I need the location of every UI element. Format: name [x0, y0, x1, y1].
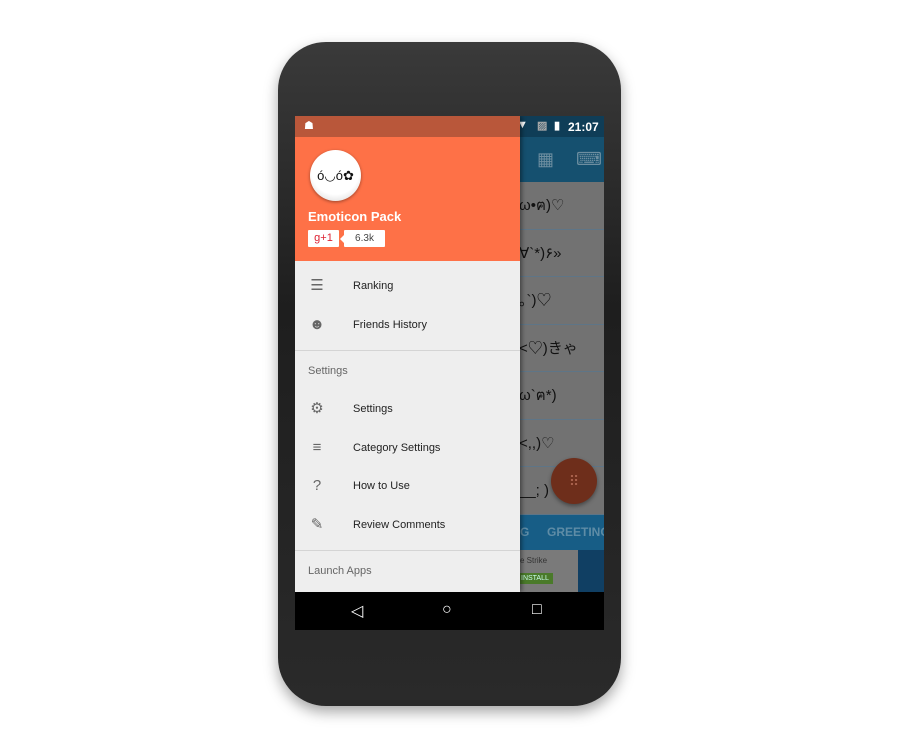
recents-button[interactable]: □ — [532, 601, 542, 619]
home-button[interactable]: ○ — [442, 601, 452, 619]
gplus-count: 6.3k — [340, 230, 385, 247]
tab[interactable]: G — [520, 515, 529, 550]
rate-review-icon: ✎ — [310, 516, 324, 533]
section-launch-apps: Launch Apps — [308, 565, 372, 577]
divider — [295, 350, 520, 351]
keyboard-icon[interactable]: ⌨ — [576, 149, 602, 170]
screen: ▦ ⌨ ω•ฅ)♡ ∀`*)۶» ｡`)♡ <♡)きゃ ω`ฅ*) <,,)♡ … — [295, 116, 604, 630]
face-icon: ☻ — [309, 316, 325, 333]
app-name: Emoticon Pack — [308, 209, 402, 224]
nav-bar: ◁ ○ □ — [295, 592, 604, 630]
drawer-item-ranking[interactable]: ☰ Ranking — [295, 267, 520, 305]
ranked-list-icon: ☰ — [310, 277, 324, 294]
drawer-item-how-to-use[interactable]: ? How to Use — [295, 467, 520, 505]
no-sim-icon: ▨ — [537, 120, 548, 132]
section-settings: Settings — [308, 365, 348, 377]
divider — [295, 550, 520, 551]
tab-greeting[interactable]: GREETING — [547, 515, 604, 550]
dialpad-fab[interactable]: ⠿ — [551, 458, 597, 504]
dialpad-icon: ⠿ — [568, 473, 580, 489]
back-button[interactable]: ◁ — [351, 601, 363, 621]
android-icon: ☗ — [304, 120, 314, 132]
clock: 21:07 — [568, 120, 599, 134]
drawer-item-friends-history[interactable]: ☻ Friends History — [295, 306, 520, 344]
drawer-item-settings[interactable]: ⚙ Settings — [295, 390, 520, 428]
drawer-item-category-settings[interactable]: ≡ Category Settings — [295, 429, 520, 467]
gplus-button[interactable]: g+1 — [308, 230, 339, 247]
help-icon: ? — [312, 477, 322, 494]
drawer-item-review-comments[interactable]: ✎ Review Comments — [295, 506, 520, 544]
install-button[interactable]: INSTALL — [517, 573, 553, 584]
drawer-header: ó◡ó✿ Emoticon Pack g+1 6.3k — [295, 137, 520, 261]
battery-charging-icon: ▮ — [554, 120, 561, 132]
grid-icon[interactable]: ▦ — [537, 149, 554, 170]
gear-icon: ⚙ — [310, 400, 324, 417]
app-avatar: ó◡ó✿ — [310, 150, 361, 201]
playlist-add-icon: ≡ — [312, 439, 322, 456]
navigation-drawer: ☗ ó◡ó✿ Emoticon Pack g+1 6.3k ☰ Ranking ☻… — [295, 116, 520, 592]
